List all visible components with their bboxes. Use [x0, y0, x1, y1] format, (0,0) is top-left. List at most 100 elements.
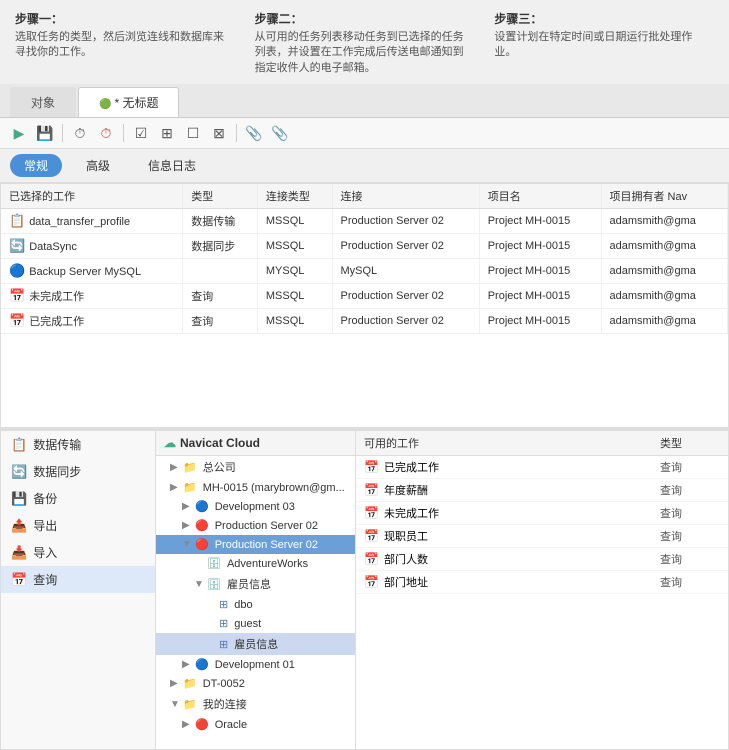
tree-item[interactable]: ⊞ guest	[156, 614, 355, 633]
toolbar-sep-2	[123, 124, 124, 142]
table-row[interactable]: 🔄DataSync 数据同步 MSSQL Production Server 0…	[1, 234, 728, 259]
cell-owner: adamsmith@gma	[601, 234, 728, 259]
tree-item[interactable]: ▼ 📁 我的连接	[156, 693, 355, 715]
tree-item[interactable]: ▶ 🔵 Development 01	[156, 655, 355, 674]
available-item-icon: 📅	[364, 552, 379, 566]
available-items-container: 📅 已完成工作 查询 📅 年度薪酬 查询 📅 未完成工作 查询 📅 现职员工 查…	[356, 456, 728, 594]
available-col2-header: 类型	[660, 435, 720, 451]
available-item-name: 现职员工	[384, 528, 660, 544]
cell-type: 查询	[183, 284, 258, 309]
tree-item[interactable]: 🗄 AdventureWorks	[156, 554, 355, 573]
col-project: 项目名	[479, 184, 601, 209]
cell-project: Project MH-0015	[479, 209, 601, 234]
cell-name: 📅已完成工作	[1, 309, 183, 334]
folder-icon: 📁	[183, 698, 197, 711]
available-item-name: 已完成工作	[384, 459, 660, 475]
attach-button-1[interactable]: 📎	[243, 122, 265, 144]
tree-item-label: Production Server 02	[215, 520, 318, 532]
nav-item-导入[interactable]: 📥导入	[1, 539, 155, 566]
tree-item[interactable]: ⊞ dbo	[156, 595, 355, 614]
nav-item-数据同步[interactable]: 🔄数据同步	[1, 458, 155, 485]
col-conn: 连接	[332, 184, 479, 209]
toolbar: ▶ 💾 ⏱ ⏱ ☑ ⊞ ☐ ⊠ 📎 📎	[0, 118, 729, 149]
db-icon: 🗄	[207, 557, 221, 570]
tree-item-label: DT-0052	[203, 678, 245, 690]
available-item[interactable]: 📅 部门人数 查询	[356, 548, 728, 571]
tree-item[interactable]: ▶ 🔵 Development 03	[156, 497, 355, 516]
available-item[interactable]: 📅 现职员工 查询	[356, 525, 728, 548]
tree-item-label: 我的连接	[203, 696, 247, 712]
cell-project: Project MH-0015	[479, 309, 601, 334]
cell-owner: adamsmith@gma	[601, 259, 728, 284]
available-item[interactable]: 📅 已完成工作 查询	[356, 456, 728, 479]
schedule-button-2[interactable]: ⏱	[95, 122, 117, 144]
tree-item[interactable]: ▼ 🗄 雇员信息	[156, 573, 355, 595]
tree-arrow: ▶	[182, 659, 192, 670]
available-item[interactable]: 📅 未完成工作 查询	[356, 502, 728, 525]
schema-icon: ⊞	[219, 638, 228, 651]
dev-icon: 🔵	[195, 658, 209, 671]
tree-item[interactable]: ▶ 📁 总公司	[156, 456, 355, 478]
available-item-type: 查询	[660, 459, 720, 475]
nav-icon: 📋	[11, 437, 27, 453]
nav-label: 导出	[33, 517, 57, 534]
tree-item[interactable]: ▼ 🔴 Production Server 02	[156, 535, 355, 554]
toolbar-sep-3	[236, 124, 237, 142]
tree-item[interactable]: ▶ 🔴 Oracle	[156, 715, 355, 734]
tree-panel: ☁ Navicat Cloud ▶ 📁 总公司 ▶ 📁 MH-0015 (mar…	[156, 431, 356, 749]
folder-icon: 📁	[183, 461, 197, 474]
tree-item[interactable]: ⊞ 雇员信息	[156, 633, 355, 655]
folder-icon: 📁	[183, 481, 197, 494]
subtab-log[interactable]: 信息日志	[134, 154, 210, 177]
grid-button-2[interactable]: ☐	[182, 122, 204, 144]
grid-button-1[interactable]: ⊞	[156, 122, 178, 144]
tree-item[interactable]: ▶ 📁 DT-0052	[156, 674, 355, 693]
step-3-title: 步骤三：	[494, 10, 714, 27]
save-button[interactable]: 💾	[34, 122, 56, 144]
step-3: 步骤三： 设置计划在特定时间或日期运行批处理作业。	[494, 10, 714, 76]
tree-item-label: guest	[234, 618, 261, 630]
nav-item-查询[interactable]: 📅 查询	[1, 566, 155, 593]
available-item[interactable]: 📅 部门地址 查询	[356, 571, 728, 594]
run-button[interactable]: ▶	[8, 122, 30, 144]
col-type: 类型	[183, 184, 258, 209]
tree-item-label: 雇员信息	[234, 636, 278, 652]
tab-objects[interactable]: 对象	[10, 87, 76, 117]
check-button[interactable]: ☑	[130, 122, 152, 144]
cell-type: 查询	[183, 309, 258, 334]
available-item[interactable]: 📅 年度薪酬 查询	[356, 479, 728, 502]
tree-item[interactable]: ▶ 📁 MH-0015 (marybrown@gm...	[156, 478, 355, 497]
available-item-icon: 📅	[364, 575, 379, 589]
step-1: 步骤一： 选取任务的类型，然后浏览连线和数据库来寻找你的工作。	[15, 10, 235, 76]
nav-label: 查询	[33, 571, 57, 588]
nav-label: 备份	[33, 490, 57, 507]
available-item-name: 部门人数	[384, 551, 660, 567]
tree-item[interactable]: ▶ 🔴 Production Server 02	[156, 516, 355, 535]
table-row[interactable]: 📋data_transfer_profile 数据传输 MSSQL Produc…	[1, 209, 728, 234]
tree-item-label: Development 01	[215, 659, 295, 671]
nav-item-数据传输[interactable]: 📋数据传输	[1, 431, 155, 458]
tree-arrow: ▼	[194, 579, 204, 590]
table-row[interactable]: 🔵Backup Server MySQL MYSQL MySQL Project…	[1, 259, 728, 284]
tab-untitled[interactable]: 🟢* 无标题	[78, 87, 179, 117]
tree-item-label: 总公司	[203, 459, 236, 475]
available-item-icon: 📅	[364, 506, 379, 520]
available-item-type: 查询	[660, 574, 720, 590]
nav-item-备份[interactable]: 💾备份	[1, 485, 155, 512]
table-row[interactable]: 📅已完成工作 查询 MSSQL Production Server 02 Pro…	[1, 309, 728, 334]
grid-button-3[interactable]: ⊠	[208, 122, 230, 144]
cell-conn: Production Server 02	[332, 309, 479, 334]
tree-item-label: 雇员信息	[227, 576, 271, 592]
nav-item-导出[interactable]: 📤导出	[1, 512, 155, 539]
tree-header-label: Navicat Cloud	[180, 436, 260, 450]
nav-icon: 📅	[11, 572, 27, 588]
table-row[interactable]: 📅未完成工作 查询 MSSQL Production Server 02 Pro…	[1, 284, 728, 309]
attach-button-2[interactable]: 📎	[269, 122, 291, 144]
schedule-button-1[interactable]: ⏱	[69, 122, 91, 144]
db-icon: 🗄	[207, 578, 221, 591]
tree-item-label: MH-0015 (marybrown@gm...	[203, 482, 345, 494]
nav-icon: 🔄	[11, 464, 27, 480]
subtab-normal[interactable]: 常规	[10, 154, 62, 177]
subtab-advanced[interactable]: 高级	[72, 154, 124, 177]
tree-arrow: ▼	[182, 539, 192, 550]
